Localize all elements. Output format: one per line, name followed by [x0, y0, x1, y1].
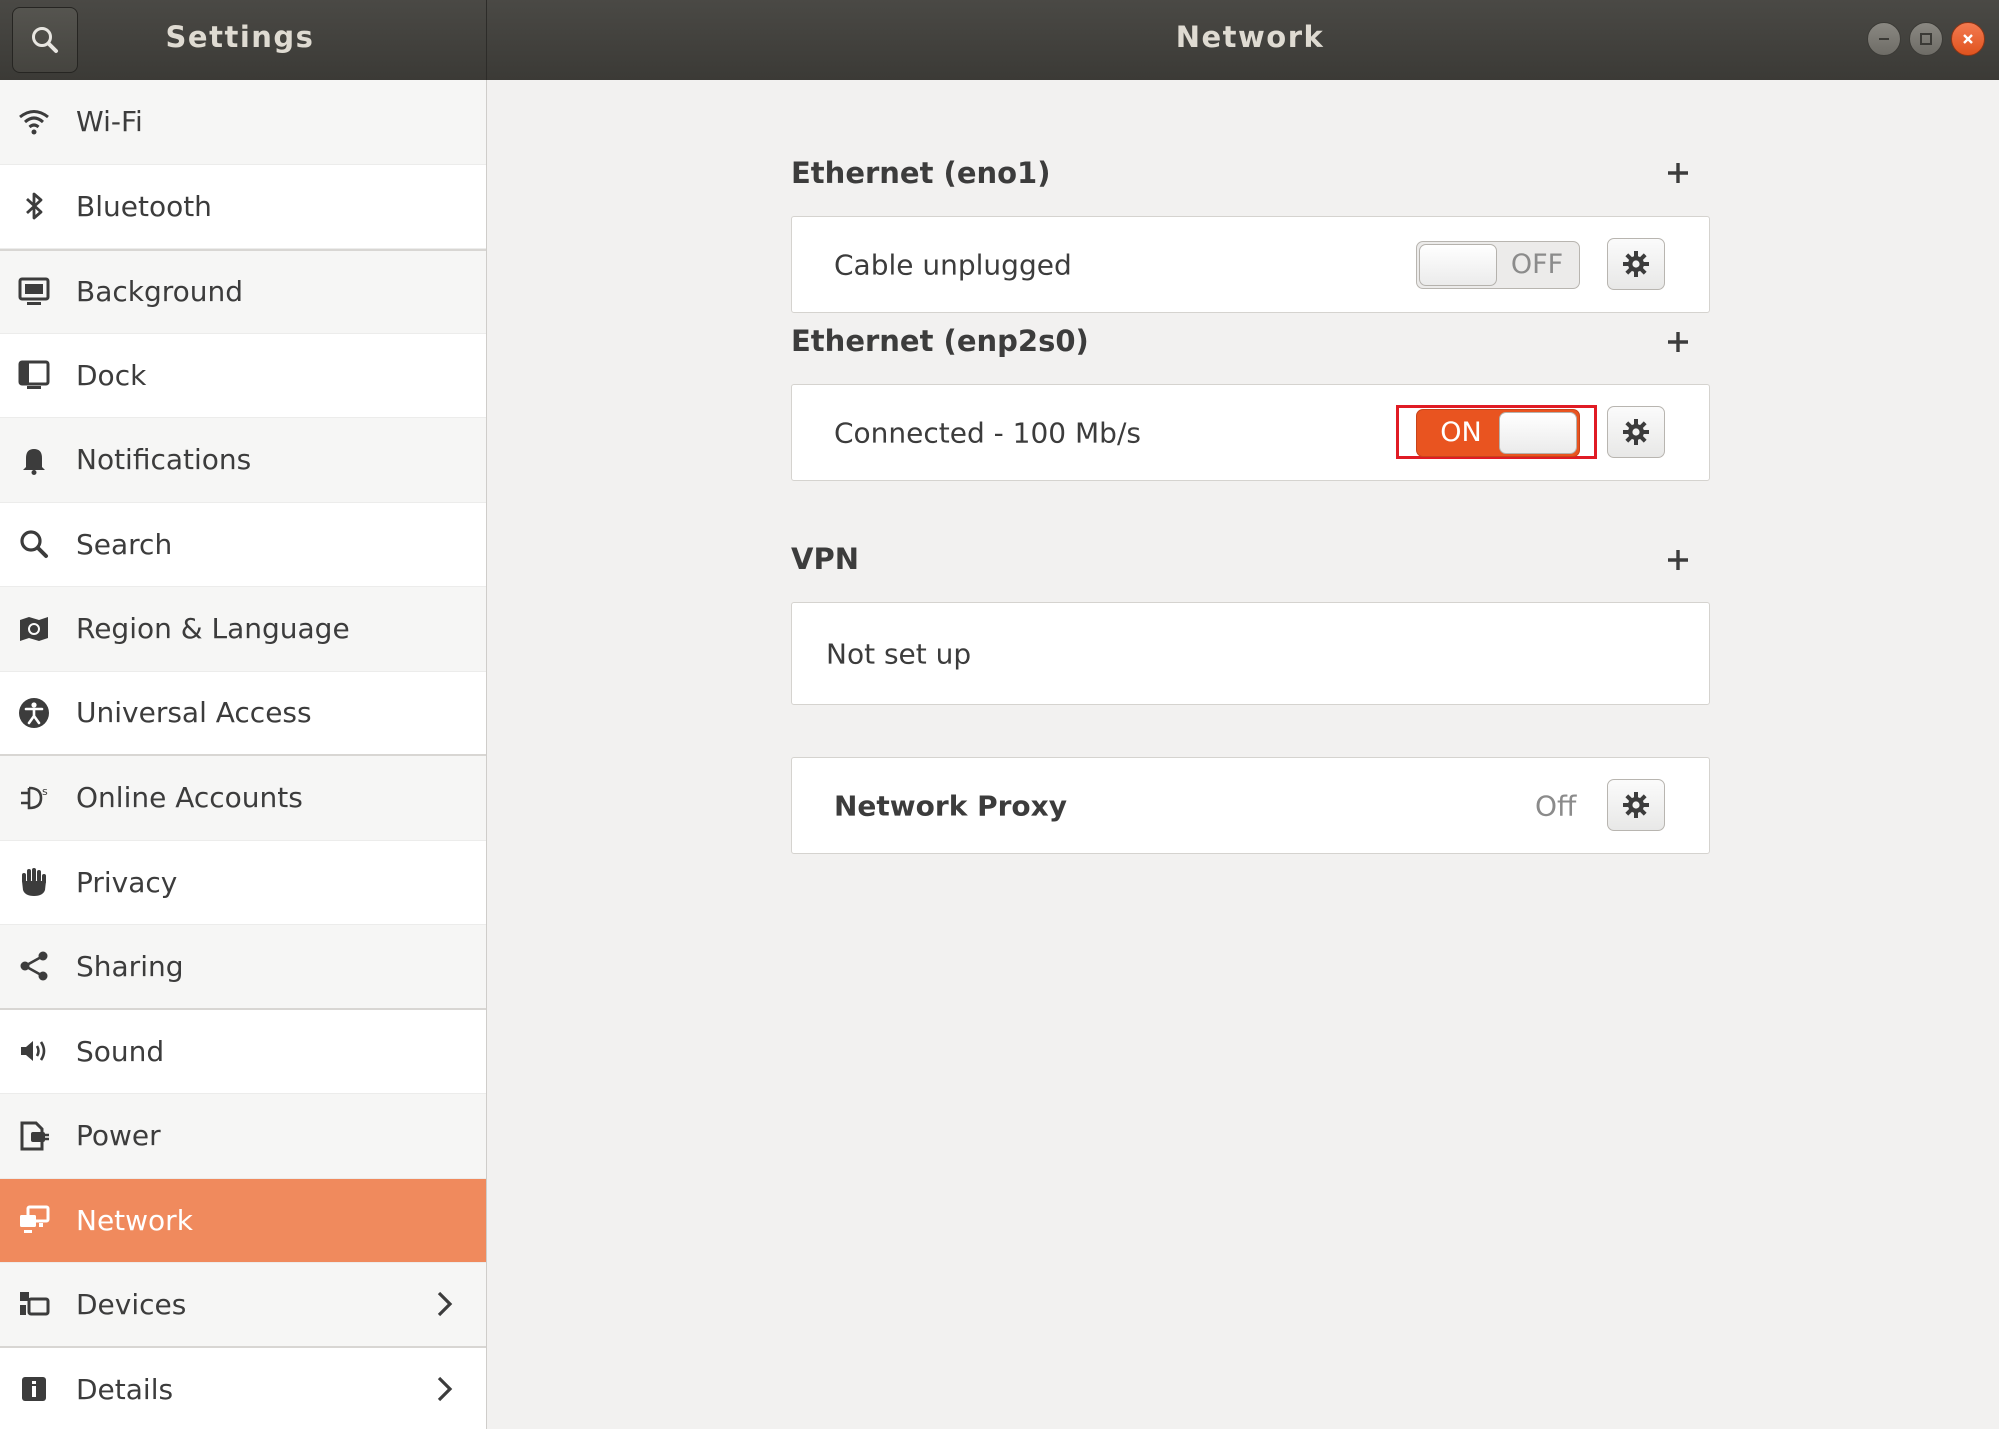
network-proxy-card[interactable]: Network Proxy Off — [791, 757, 1710, 854]
sidebar-item-devices[interactable]: Devices — [0, 1263, 486, 1348]
plus-icon — [1668, 550, 1688, 570]
sidebar-item-privacy[interactable]: Privacy — [0, 840, 486, 925]
vpn-status: Not set up — [826, 637, 972, 670]
sidebar-item-label: Power — [76, 1119, 161, 1153]
vpn-card: Not set up — [791, 602, 1710, 705]
sidebar-item-label: Devices — [76, 1287, 187, 1321]
dock-icon — [16, 357, 52, 393]
settings-window: Settings Network Wi-Fi Bluetooth Backgro… — [0, 0, 1999, 1429]
sidebar: Wi-Fi Bluetooth Background Dock Notifica — [0, 80, 487, 1429]
ethernet-eno1-card: Cable unplugged OFF — [791, 216, 1710, 313]
minimize-icon — [1879, 38, 1889, 40]
toggle-state-label: OFF — [1510, 249, 1564, 280]
toggle-state-label: ON — [1440, 417, 1482, 448]
sidebar-item-label: Search — [76, 527, 173, 561]
toggle-knob — [1419, 244, 1497, 286]
ethernet-enp2s0-settings-button[interactable] — [1607, 406, 1665, 458]
network-proxy-settings-button[interactable] — [1607, 779, 1665, 831]
sidebar-item-notifications[interactable]: Notifications — [0, 418, 486, 503]
hand-icon — [16, 864, 52, 900]
sidebar-item-background[interactable]: Background — [0, 249, 486, 334]
chevron-right-icon — [437, 1377, 453, 1402]
sidebar-item-power[interactable]: Power — [0, 1094, 486, 1179]
ethernet-eno1-toggle[interactable]: OFF — [1416, 241, 1580, 289]
ethernet-enp2s0-status: Connected - 100 Mb/s — [834, 416, 1141, 449]
sidebar-item-label: Wi-Fi — [76, 105, 143, 139]
close-button[interactable] — [1951, 22, 1985, 56]
plus-icon — [1668, 332, 1688, 352]
sidebar-item-online-accounts[interactable]: s Online Accounts — [0, 756, 486, 841]
svg-text:s: s — [42, 785, 48, 798]
background-icon — [16, 274, 52, 310]
sidebar-item-label: Bluetooth — [76, 189, 212, 223]
sidebar-item-universal-access[interactable]: Universal Access — [0, 671, 486, 756]
sidebar-item-label: Details — [76, 1372, 174, 1406]
section-title-ethernet-eno1: Ethernet (eno1) — [791, 156, 1051, 190]
sidebar-item-label: Dock — [76, 358, 147, 392]
sidebar-item-label: Privacy — [76, 865, 178, 899]
gear-icon — [1623, 419, 1649, 445]
sidebar-item-label: Sound — [76, 1034, 165, 1068]
sidebar-item-label: Notifications — [76, 443, 252, 477]
sidebar-item-region-language[interactable]: Region & Language — [0, 587, 486, 672]
ethernet-eno1-settings-button[interactable] — [1607, 238, 1665, 290]
minimize-button[interactable] — [1867, 22, 1901, 56]
sidebar-item-dock[interactable]: Dock — [0, 333, 486, 418]
add-vpn-button[interactable] — [1661, 543, 1695, 577]
network-icon — [16, 1202, 52, 1238]
search-icon — [32, 27, 58, 53]
sidebar-item-label: Online Accounts — [76, 781, 303, 815]
sidebar-item-wifi[interactable]: Wi-Fi — [0, 80, 486, 165]
sidebar-item-label: Background — [76, 275, 244, 309]
sidebar-item-label: Region & Language — [76, 612, 350, 646]
window-title: Network — [1175, 20, 1325, 54]
ethernet-eno1-status: Cable unplugged — [834, 248, 1072, 281]
bluetooth-icon — [16, 188, 52, 224]
plus-icon — [1668, 163, 1688, 183]
header-left: Settings — [0, 0, 487, 80]
sidebar-item-search[interactable]: Search — [0, 502, 486, 587]
speaker-icon — [16, 1033, 52, 1069]
sidebar-item-label: Network — [76, 1203, 193, 1237]
ethernet-enp2s0-toggle[interactable]: ON — [1416, 409, 1580, 457]
ethernet-enp2s0-card: Connected - 100 Mb/s ON — [791, 384, 1710, 481]
section-title-ethernet-enp2s0: Ethernet (enp2s0) — [791, 324, 1089, 358]
sidebar-item-label: Universal Access — [76, 696, 312, 730]
info-icon — [16, 1371, 52, 1407]
add-ethernet-enp2s0-button[interactable] — [1661, 325, 1695, 359]
search-button[interactable] — [12, 7, 78, 73]
sidebar-item-details[interactable]: Details — [0, 1347, 486, 1429]
maximize-icon — [1920, 33, 1932, 45]
window-controls — [1867, 22, 1985, 56]
maximize-button[interactable] — [1909, 22, 1943, 56]
online-accounts-icon: s — [16, 780, 52, 816]
sidebar-item-sharing[interactable]: Sharing — [0, 925, 486, 1010]
power-icon — [16, 1118, 52, 1154]
gear-icon — [1623, 792, 1649, 818]
section-title-vpn: VPN — [791, 542, 859, 576]
bell-icon — [16, 442, 52, 478]
share-icon — [16, 948, 52, 984]
header-bar: Settings Network — [0, 0, 1999, 80]
app-title: Settings — [165, 20, 315, 54]
add-ethernet-eno1-button[interactable] — [1661, 156, 1695, 190]
close-icon — [1963, 34, 1973, 44]
network-panel: Ethernet (eno1) Cable unplugged OFF Ethe… — [488, 80, 1999, 1429]
wifi-icon — [16, 104, 52, 140]
sidebar-item-bluetooth[interactable]: Bluetooth — [0, 164, 486, 249]
search-icon — [16, 526, 52, 562]
toggle-knob — [1499, 412, 1577, 454]
chevron-right-icon — [437, 1292, 453, 1317]
gear-icon — [1623, 251, 1649, 277]
accessibility-icon — [16, 695, 52, 731]
sidebar-item-sound[interactable]: Sound — [0, 1009, 486, 1094]
devices-icon — [16, 1286, 52, 1322]
sidebar-item-label: Sharing — [76, 949, 184, 983]
sidebar-item-network[interactable]: Network — [0, 1178, 486, 1263]
region-icon — [16, 611, 52, 647]
network-proxy-status: Off — [1535, 789, 1577, 822]
network-proxy-title: Network Proxy — [834, 789, 1067, 822]
